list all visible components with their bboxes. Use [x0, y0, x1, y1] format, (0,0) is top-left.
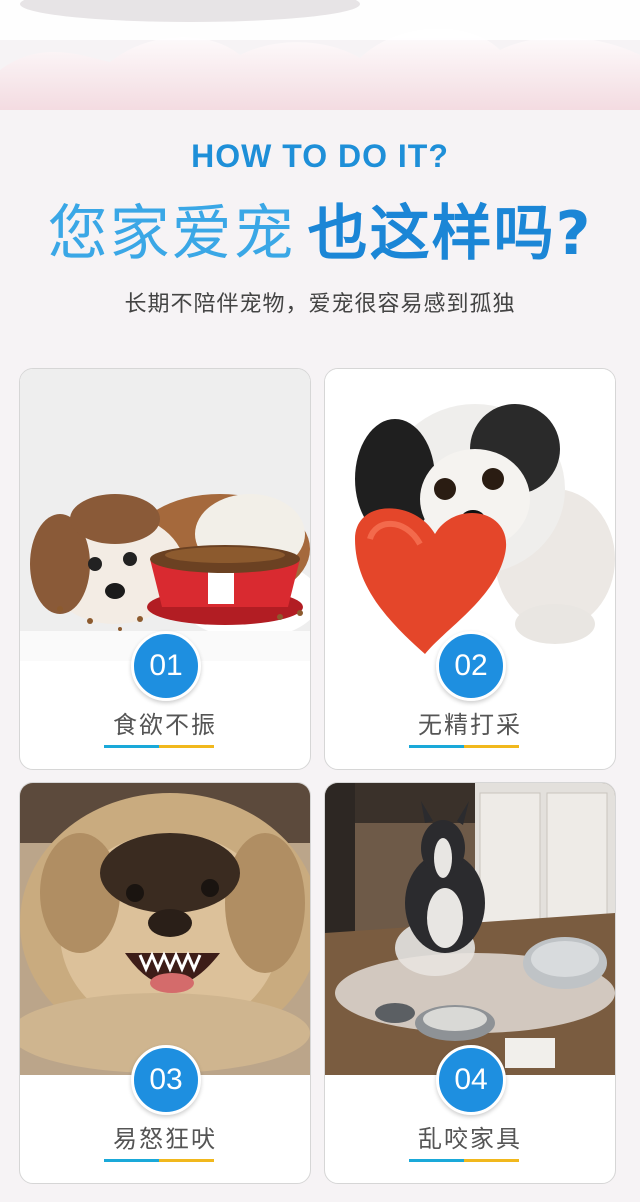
headline-bold: 也这样吗? — [307, 199, 593, 269]
headline: 您家爱宠 也这样吗? — [0, 194, 640, 274]
dog-in-messy-kitchen-image — [325, 783, 615, 1075]
headline-light: 您家爱宠 — [47, 199, 296, 269]
card-number-badge: 01 — [131, 631, 201, 701]
card-number-badge: 03 — [131, 1045, 201, 1115]
card-underline — [104, 745, 214, 748]
eyebrow-title: HOW TO DO IT? — [191, 138, 449, 174]
puppy-with-heart-pillow-image — [325, 369, 615, 661]
symptom-card-4: 04 乱咬家具 — [324, 782, 616, 1184]
card-number-badge: 02 — [436, 631, 506, 701]
card-label: 易怒狂吠 — [113, 1125, 217, 1153]
card-label: 食欲不振 — [113, 711, 217, 739]
card-underline — [104, 1159, 214, 1162]
card-label: 乱咬家具 — [418, 1125, 522, 1153]
card-number-badge: 04 — [436, 1045, 506, 1115]
barking-dog-image — [20, 783, 310, 1075]
subline: 长期不陪伴宠物，爱宠很容易感到孤独 — [124, 292, 516, 317]
symptom-card-3: 03 易怒狂吠 — [19, 782, 311, 1184]
dog-with-food-bowl-image — [20, 369, 310, 661]
card-label: 无精打采 — [418, 711, 522, 739]
card-underline — [409, 1159, 519, 1162]
symptom-card-2: 02 无精打采 — [324, 368, 616, 770]
symptom-card-1: 01 食欲不振 — [19, 368, 311, 770]
header-cloud-decoration — [0, 0, 640, 110]
card-underline — [409, 745, 519, 748]
